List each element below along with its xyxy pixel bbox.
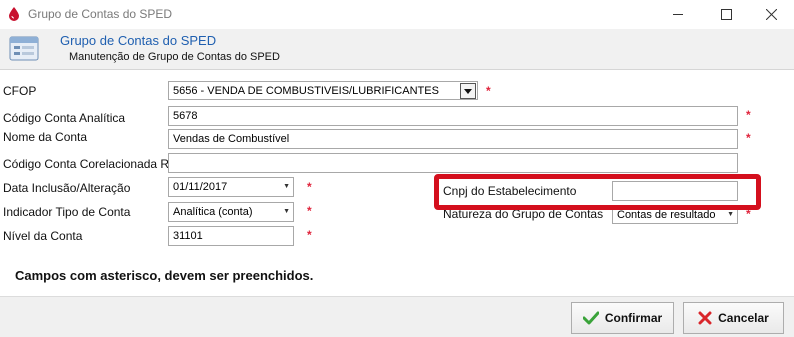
cnpj-estabelecimento-label: Cnpj do Estabelecimento [443,184,577,198]
close-button[interactable] [748,0,794,29]
nome-da-conta-required-marker: * [746,131,751,145]
required-fields-note: Campos com asterisco, devem ser preenchi… [15,268,314,283]
cfop-dropdown-button[interactable] [460,83,476,99]
cfop-required-marker: * [486,84,491,98]
nome-da-conta-input[interactable]: Vendas de Combustível [168,129,738,149]
header-subtitle: Manutenção de Grupo de Contas do SPED [69,51,280,63]
codigo-conta-required-marker: * [746,108,751,122]
check-icon [582,311,599,325]
nivel-conta-required-marker: * [307,228,312,242]
title-bar: Grupo de Contas do SPED [0,0,794,29]
x-icon [698,311,712,325]
nivel-conta-label: Nível da Conta [3,229,83,243]
data-inclusao-datepicker[interactable]: 01/11/2017 ▼ [168,177,294,197]
footer-bar [0,296,794,337]
data-inclusao-value: 01/11/2017 [173,181,228,193]
confirm-label: Confirmar [604,311,663,325]
app-drop-icon [9,7,19,21]
chevron-down-icon[interactable]: ▼ [283,180,290,194]
indicador-tipo-required-marker: * [307,204,312,218]
cfop-label: CFOP [3,84,37,98]
indicador-tipo-label: Indicador Tipo de Conta [3,205,131,219]
codigo-conta-analitica-input[interactable]: 5678 [168,106,738,126]
header-title: Grupo de Contas do SPED [60,33,217,48]
form-header: Grupo de Contas do SPED Manutenção de Gr… [0,29,794,70]
indicador-tipo-select[interactable]: Analítica (conta) ▼ [168,202,294,222]
nome-da-conta-label: Nome da Conta [3,130,88,144]
maximize-icon [720,9,732,20]
codigo-conta-rfb-input[interactable] [168,153,738,173]
maximize-button[interactable] [703,0,749,29]
cnpj-estabelecimento-input[interactable] [612,181,738,201]
codigo-conta-rfb-label: Código Conta Corelacionada RFB [3,157,185,171]
confirm-button[interactable]: Confirmar [571,302,674,334]
close-icon [765,9,777,20]
cancel-label: Cancelar [718,311,769,325]
indicador-tipo-value: Analítica (conta) [173,206,253,218]
chevron-down-icon [464,88,472,94]
nivel-conta-input[interactable]: 31101 [168,226,294,246]
form-window-icon [9,36,39,61]
cfop-value: 5656 - VENDA DE COMBUSTIVEIS/LUBRIFICANT… [173,85,439,97]
codigo-conta-analitica-label: Código Conta Analítica [3,111,126,125]
chevron-down-icon[interactable]: ▼ [283,205,290,219]
cfop-select[interactable]: 5656 - VENDA DE COMBUSTIVEIS/LUBRIFICANT… [168,81,478,100]
window-title: Grupo de Contas do SPED [28,7,173,21]
data-inclusao-label: Data Inclusão/Alteração [3,181,131,195]
minimize-icon [672,14,683,15]
data-inclusao-required-marker: * [307,180,312,194]
minimize-button[interactable] [655,0,701,29]
cancel-button[interactable]: Cancelar [683,302,784,334]
